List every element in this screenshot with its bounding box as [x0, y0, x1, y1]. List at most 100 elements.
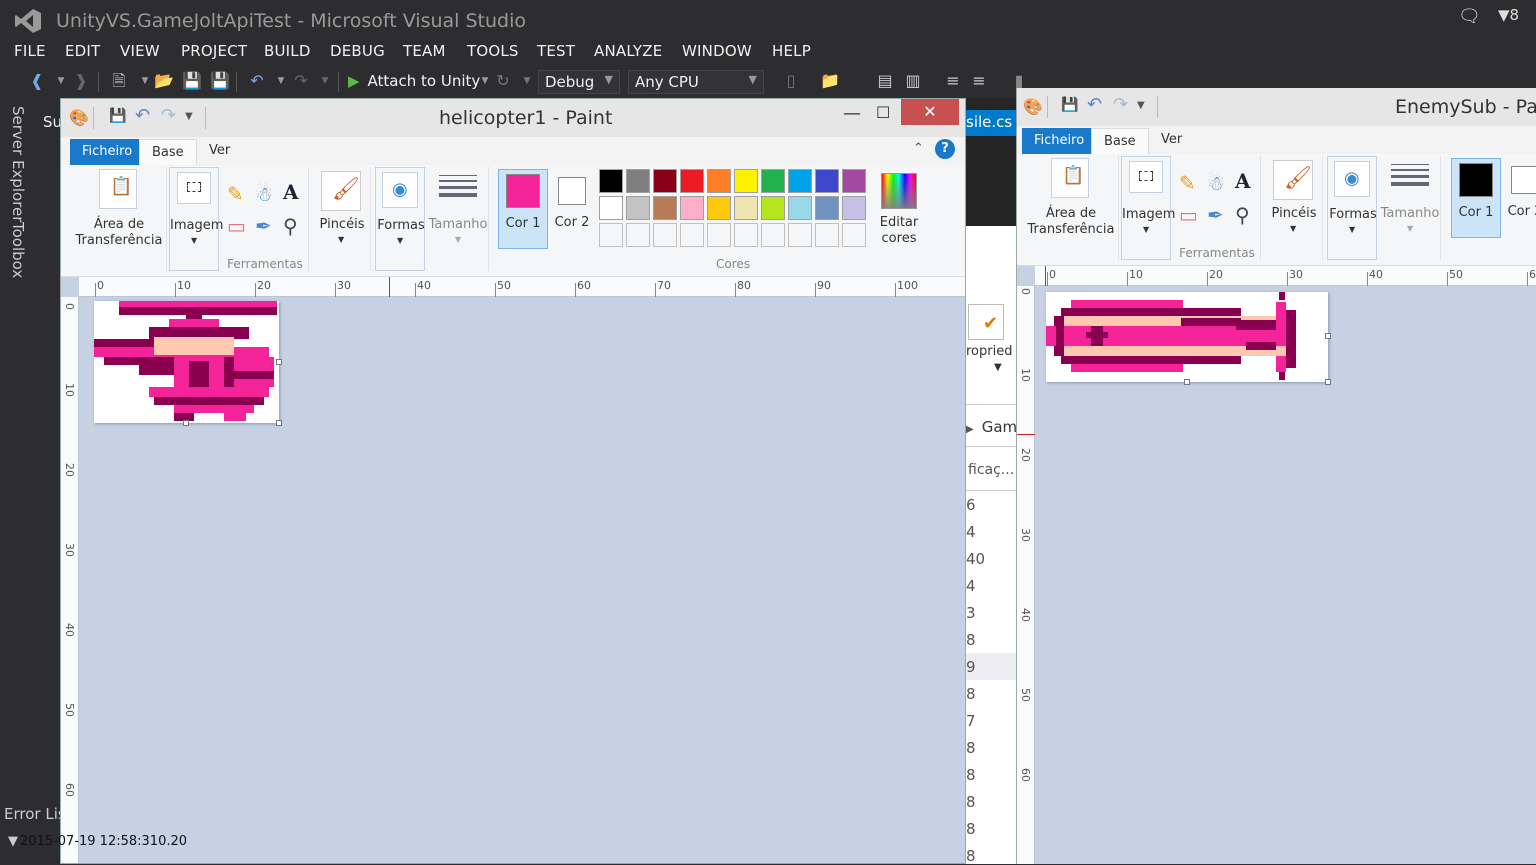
- color2-button[interactable]: Cor 2: [550, 169, 594, 249]
- new-dropdown-icon[interactable]: ▼: [136, 72, 154, 90]
- palette-swatch[interactable]: [842, 169, 866, 193]
- palette-swatch[interactable]: [680, 223, 704, 247]
- size-button[interactable]: Tamanho ▼: [427, 167, 489, 271]
- palette-swatch[interactable]: [815, 169, 839, 193]
- comment-icon[interactable]: ≡: [944, 72, 962, 90]
- menu-window[interactable]: WINDOW: [682, 42, 752, 60]
- size-button[interactable]: Tamanho ▼: [1379, 156, 1441, 260]
- save-icon[interactable]: 💾: [182, 72, 202, 90]
- forward-icon[interactable]: ❱: [72, 72, 90, 90]
- speech-bubble-icon[interactable]: 🗨: [1458, 6, 1481, 27]
- tab-view[interactable]: Ver: [1161, 132, 1182, 147]
- brushes-button[interactable]: 🖌 Pincéis ▼: [1265, 156, 1323, 260]
- palette-swatch[interactable]: [788, 223, 812, 247]
- edit-colors-button[interactable]: Editar cores: [877, 169, 921, 249]
- menu-analyze[interactable]: ANALYZE: [594, 42, 662, 60]
- palette-swatch[interactable]: [734, 223, 758, 247]
- back-icon[interactable]: ❰: [28, 72, 46, 90]
- minimize-icon[interactable]: —: [843, 103, 861, 124]
- palette-swatch[interactable]: [653, 196, 677, 220]
- eraser-icon[interactable]: ▭: [227, 215, 246, 237]
- menu-edit[interactable]: EDIT: [65, 42, 100, 60]
- undo-dropdown-icon[interactable]: ▼: [272, 72, 290, 90]
- redo-icon[interactable]: ↷: [1113, 94, 1128, 115]
- menu-debug[interactable]: DEBUG: [330, 42, 385, 60]
- undo-icon[interactable]: ↶: [248, 72, 266, 90]
- palette-swatch[interactable]: [761, 223, 785, 247]
- palette-swatch[interactable]: [653, 223, 677, 247]
- server-explorer-tab[interactable]: Server Explorer: [9, 106, 27, 222]
- resize-handle-right[interactable]: [1325, 333, 1331, 339]
- resize-handle-bottom[interactable]: [1184, 379, 1190, 385]
- config-select[interactable]: Debug ▼: [538, 70, 620, 94]
- tree-node-gam[interactable]: ▶ Gam: [966, 418, 1017, 436]
- palette-swatch[interactable]: [761, 196, 785, 220]
- color-picker-icon[interactable]: ✒: [1207, 204, 1224, 226]
- shapes-button[interactable]: ◉ Formas ▼: [1327, 156, 1377, 260]
- palette-swatch[interactable]: [626, 169, 650, 193]
- tab-home[interactable]: Base: [1091, 128, 1149, 154]
- bookmark-next-icon[interactable]: ▥: [904, 72, 922, 90]
- resize-handle-bottom[interactable]: [183, 420, 189, 426]
- menu-file[interactable]: FILE: [14, 42, 46, 60]
- open-folder-icon[interactable]: 📂: [154, 72, 174, 90]
- collapse-ribbon-icon[interactable]: ⌃: [913, 141, 924, 156]
- undo-icon[interactable]: ↶: [135, 105, 150, 126]
- properties-icon[interactable]: ✔: [968, 304, 1004, 340]
- filter-notifications[interactable]: ▼8: [1498, 6, 1519, 24]
- color-picker-icon[interactable]: ✒: [255, 215, 272, 237]
- palette-swatch[interactable]: [761, 169, 785, 193]
- menu-help[interactable]: HELP: [772, 42, 811, 60]
- resize-handle-corner[interactable]: [276, 420, 282, 426]
- save-all-icon[interactable]: 💾: [210, 72, 230, 90]
- menu-build[interactable]: BUILD: [264, 42, 311, 60]
- resize-handle-right[interactable]: [276, 359, 282, 365]
- palette-swatch[interactable]: [734, 169, 758, 193]
- clipboard-group[interactable]: 📋 Área de Transferência: [71, 167, 167, 271]
- redo-icon[interactable]: ↷: [161, 105, 176, 126]
- palette-swatch[interactable]: [734, 196, 758, 220]
- eraser-icon[interactable]: ▭: [1179, 204, 1198, 226]
- tab-home[interactable]: Base: [139, 139, 197, 165]
- drawing-canvas[interactable]: [94, 301, 279, 423]
- palette-swatch[interactable]: [842, 223, 866, 247]
- palette-swatch[interactable]: [653, 169, 677, 193]
- back-dropdown-icon[interactable]: ▼: [52, 72, 70, 90]
- customize-qat-icon[interactable]: ▼: [185, 111, 193, 122]
- fill-icon[interactable]: ☃: [1207, 172, 1225, 194]
- palette-swatch[interactable]: [626, 196, 650, 220]
- pencil-icon[interactable]: ✎: [1179, 172, 1196, 194]
- tab-file[interactable]: Ficheiro: [1022, 128, 1097, 154]
- tab-file[interactable]: Ficheiro: [70, 139, 145, 165]
- brushes-button[interactable]: 🖌 Pincéis ▼: [313, 167, 371, 271]
- resize-handle-corner[interactable]: [1325, 379, 1331, 385]
- platform-select[interactable]: Any CPU ▼: [628, 70, 764, 94]
- palette-swatch[interactable]: [680, 169, 704, 193]
- palette-swatch[interactable]: [842, 196, 866, 220]
- palette-swatch[interactable]: [815, 223, 839, 247]
- attach-to-unity-button[interactable]: ▶ Attach to Unity: [348, 72, 480, 90]
- paint-app-icon[interactable]: 🎨: [1023, 96, 1043, 118]
- palette-swatch[interactable]: [680, 196, 704, 220]
- new-project-icon[interactable]: 🗎: [110, 72, 128, 90]
- magnifier-icon[interactable]: ⚲: [283, 215, 298, 237]
- close-button[interactable]: ✕: [901, 99, 959, 125]
- color1-button[interactable]: Cor 1: [498, 169, 548, 249]
- device-icon[interactable]: ▯: [782, 72, 800, 90]
- bookmark-icon[interactable]: ▤: [876, 72, 894, 90]
- palette-swatch[interactable]: [599, 169, 623, 193]
- palette-swatch[interactable]: [815, 196, 839, 220]
- undo-icon[interactable]: ↶: [1087, 94, 1102, 115]
- clipboard-group[interactable]: 📋 Área de Transferência: [1023, 156, 1119, 260]
- palette-swatch[interactable]: [599, 196, 623, 220]
- menu-view[interactable]: VIEW: [120, 42, 160, 60]
- tab-view[interactable]: Ver: [209, 143, 230, 158]
- attach-dropdown-icon[interactable]: ▼: [476, 72, 494, 90]
- image-group[interactable]: Imagem ▼: [169, 167, 223, 271]
- shapes-button[interactable]: ◉ Formas ▼: [375, 167, 425, 271]
- redo-dropdown-icon[interactable]: ▼: [316, 72, 334, 90]
- fill-icon[interactable]: ☃: [255, 183, 273, 205]
- refresh-dropdown-icon[interactable]: ▼: [518, 72, 536, 90]
- text-icon[interactable]: A: [283, 181, 299, 203]
- refresh-icon[interactable]: ↻: [494, 72, 512, 90]
